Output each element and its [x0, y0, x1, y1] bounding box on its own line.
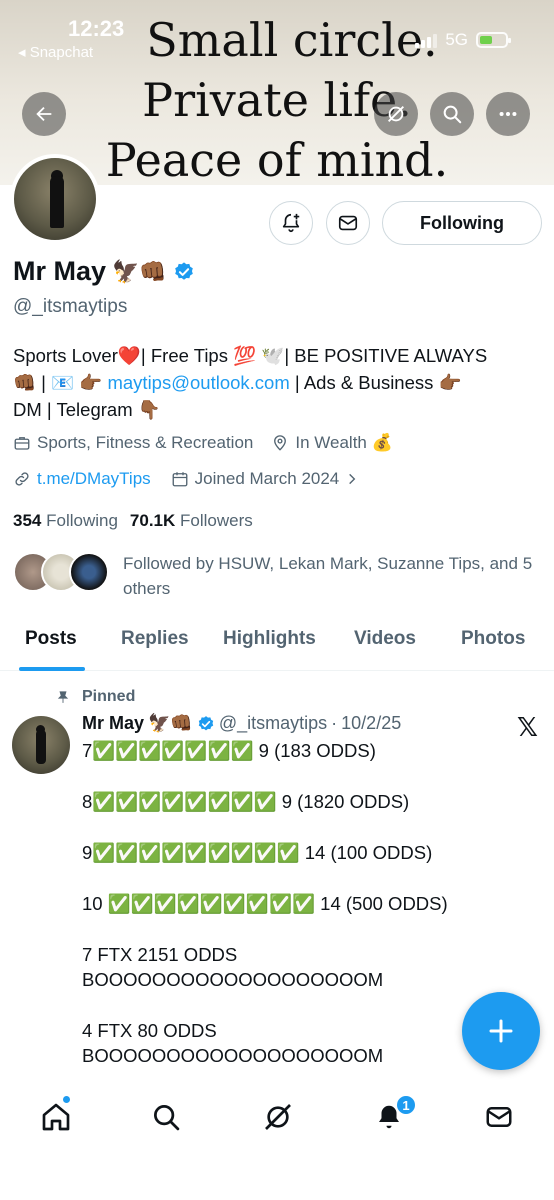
grok-icon	[265, 1104, 291, 1130]
envelope-icon	[338, 215, 358, 231]
post-line: 7 FTX 2151 ODDS	[82, 944, 238, 965]
signal-icon	[415, 32, 438, 48]
pin-icon	[57, 691, 69, 703]
tab-highlights[interactable]: Highlights	[223, 628, 316, 650]
bell-plus-icon	[282, 213, 300, 233]
nav-messages[interactable]	[479, 1097, 519, 1137]
more-icon	[499, 111, 517, 117]
nav-search[interactable]	[146, 1097, 186, 1137]
followed-by-text[interactable]: Followed by HSUW, Lekan Mark, Suzanne Ti…	[123, 551, 543, 601]
profile-joined: Joined March 2024	[194, 469, 340, 488]
profile-meta-row-2: t.me/DMayTips Joined March 2024	[13, 469, 359, 489]
tab-photos[interactable]: Photos	[461, 628, 525, 650]
status-time: 12:23	[68, 16, 125, 41]
profile-tabs: Posts Replies Highlights Videos Photos	[0, 614, 554, 671]
nav-grok[interactable]	[258, 1097, 298, 1137]
post-author-emojis: 🦅👊🏾	[148, 713, 193, 733]
grok-button[interactable]	[374, 92, 418, 136]
calendar-icon	[172, 472, 188, 487]
post-line: 9✅✅✅✅✅✅✅✅✅ 14 (100 ODDS)	[82, 842, 433, 863]
following-count-link[interactable]: 354 Following	[13, 511, 118, 531]
bio-line-2: 👊🏾 | 📧 👉🏾 maytips@outlook.com | Ads & Bu…	[13, 372, 462, 393]
verified-badge-icon	[198, 715, 214, 730]
followed-by-avatars[interactable]	[13, 552, 109, 592]
nav-home[interactable]	[36, 1097, 76, 1137]
search-icon	[443, 105, 462, 124]
bio-line-3: DM | Telegram 👇🏾	[13, 399, 161, 420]
post-line: 8✅✅✅✅✅✅✅✅ 9 (1820 ODDS)	[82, 791, 410, 812]
plus-icon	[489, 1019, 513, 1043]
home-unread-dot	[62, 1095, 71, 1104]
name-emojis: 🦅👊🏾	[112, 258, 167, 284]
profile-name: Mr May	[13, 256, 107, 286]
pinned-label: Pinned	[56, 688, 135, 706]
link-icon	[15, 472, 29, 486]
compose-post-button[interactable]	[462, 992, 540, 1070]
following-button[interactable]: Following	[382, 201, 542, 245]
post-date-separator: ·	[331, 713, 338, 733]
bottom-nav: 1	[0, 1080, 554, 1200]
bio-line-1: Sports Lover❤️| Free Tips 💯 🕊️| BE POSIT…	[13, 345, 488, 366]
verified-badge-icon[interactable]	[173, 261, 195, 283]
back-to-app-link[interactable]: ◂ Snapchat	[18, 43, 93, 61]
profile-avatar[interactable]	[10, 154, 100, 244]
more-button[interactable]	[486, 92, 530, 136]
notify-button[interactable]	[269, 201, 313, 245]
message-button[interactable]	[326, 201, 370, 245]
chevron-right-icon[interactable]	[345, 472, 359, 486]
post-author-name[interactable]: Mr May	[82, 713, 144, 734]
profile-category: Sports, Fitness & Recreation	[37, 433, 254, 452]
active-tab-indicator	[19, 667, 85, 671]
profile-location: In Wealth 💰	[295, 433, 393, 452]
avatar	[69, 552, 109, 592]
post-date[interactable]: 10/2/25	[341, 713, 401, 734]
tab-videos[interactable]: Videos	[354, 628, 416, 650]
followers-count-link[interactable]: 70.1K Followers	[130, 511, 253, 531]
grok-icon	[388, 106, 404, 122]
follow-counts: 354 Following 70.1K Followers	[13, 511, 253, 531]
briefcase-icon	[14, 437, 30, 450]
arrow-left-icon	[36, 106, 52, 122]
profile-handle: @_itsmaytips	[13, 296, 128, 317]
envelope-icon	[486, 1107, 512, 1127]
home-icon	[42, 1103, 70, 1131]
tab-posts[interactable]: Posts	[25, 628, 77, 650]
search-icon	[154, 1105, 180, 1131]
post-line: 7✅✅✅✅✅✅✅ 9 (183 ODDS)	[82, 740, 376, 761]
search-button[interactable]	[430, 92, 474, 136]
notifications-badge: 1	[395, 1094, 417, 1116]
back-button[interactable]	[22, 92, 66, 136]
post-author-handle: @_itsmaytips	[218, 713, 328, 733]
post-line: 10 ✅✅✅✅✅✅✅✅✅ 14 (500 ODDS)	[82, 893, 448, 914]
location-pin-icon	[274, 435, 287, 451]
bio-email-link[interactable]: maytips@outlook.com	[107, 372, 289, 393]
network-type: 5G	[445, 30, 468, 49]
tab-replies[interactable]: Replies	[121, 628, 189, 650]
battery-icon	[476, 32, 511, 48]
status-indicators: 5G	[415, 30, 511, 50]
profile-website-link[interactable]: t.me/DMayTips	[37, 469, 151, 489]
profile-bio: Sports Lover❤️| Free Tips 💯 🕊️| BE POSIT…	[13, 342, 543, 423]
post-author-avatar[interactable]	[12, 716, 70, 774]
post-header: Mr May 🦅👊🏾 @_itsmaytips · 10/2/25	[82, 713, 401, 734]
profile-meta-row-1: Sports, Fitness & Recreation In Wealth 💰	[13, 433, 393, 453]
profile-name-row: Mr May 🦅👊🏾	[13, 256, 195, 287]
post-line: BOOOOOOOOOOOOOOOOOOOM	[82, 969, 384, 990]
